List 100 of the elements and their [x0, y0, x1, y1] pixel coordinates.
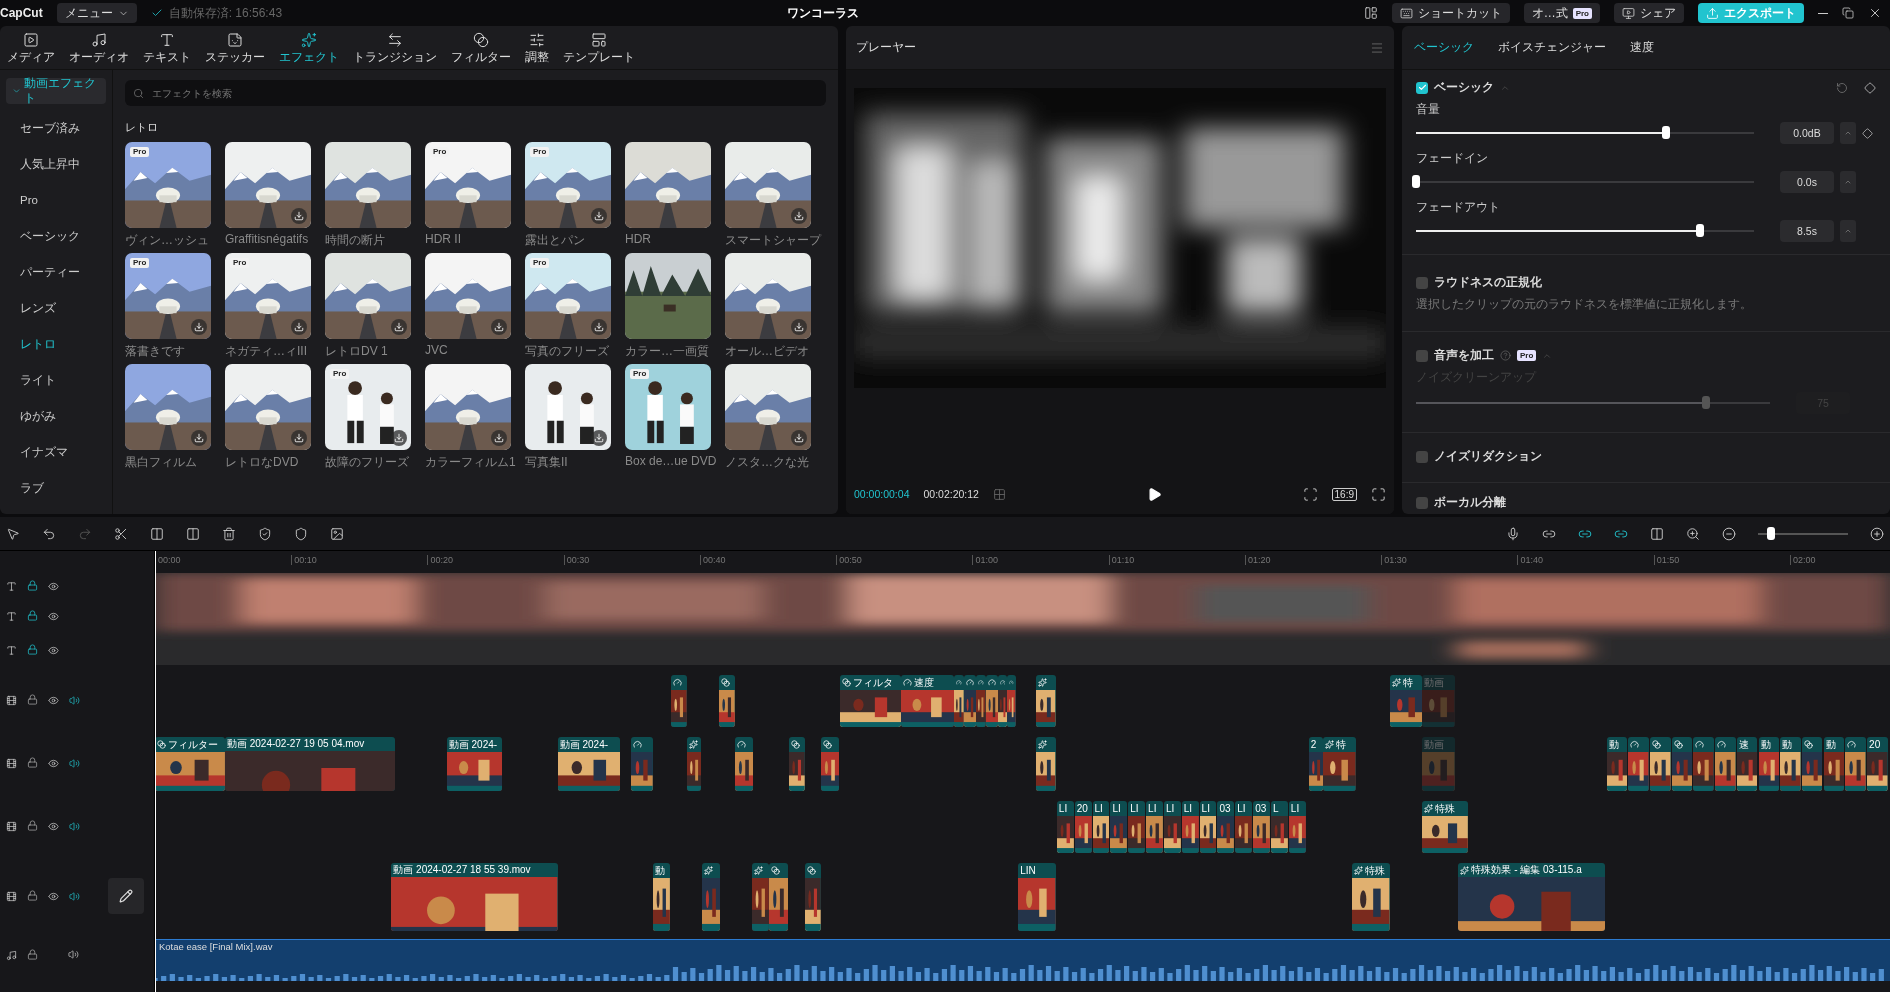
time-label: 02:00 — [1789, 555, 1816, 565]
video-clip[interactable]: LI — [1288, 801, 1306, 853]
sidebar-item[interactable]: レトロ — [6, 326, 106, 362]
panel-title: プレーヤー — [856, 40, 916, 55]
description: 選択したクリップの元のラウドネスを標準値に正規化します。 — [1416, 296, 1753, 313]
sidebar-item[interactable]: ライト — [6, 362, 106, 398]
video-clip[interactable]: 03 — [1253, 801, 1270, 853]
search-field[interactable]: エフェクトを検索 — [125, 80, 826, 106]
effect-label: カラー…一画質 — [625, 343, 710, 360]
video-clip[interactable]: L — [1271, 801, 1288, 853]
video-clip[interactable]: LI — [1163, 801, 1181, 853]
time-label: 01:20 — [1244, 555, 1271, 565]
sidebar-item[interactable]: セーブ済み — [6, 110, 106, 146]
shortcut-button[interactable]: ショートカット — [1391, 3, 1510, 23]
toolbar-tab[interactable]: エフェクト — [272, 32, 346, 65]
video-clip[interactable]: LI — [1128, 801, 1146, 853]
video-clip[interactable]: 速 — [1736, 737, 1758, 791]
toolbar-tab[interactable]: ステッカー — [198, 32, 272, 65]
clip-label: 動 — [1825, 737, 1836, 752]
video-clip[interactable]: 動 — [1758, 737, 1780, 791]
clip-label: 動 — [1608, 737, 1619, 752]
video-clip[interactable]: 20 — [1074, 801, 1092, 853]
ratio-button[interactable]: 16:9 — [1331, 487, 1357, 501]
toolbar-tab[interactable]: トランジション — [346, 32, 444, 65]
video-clip[interactable]: 03 — [1217, 801, 1235, 853]
video-clip[interactable]: 動 — [1606, 737, 1628, 791]
clip-label: 速度 — [914, 675, 935, 690]
pro-badge: Pro — [1572, 7, 1592, 19]
sidebar-item[interactable]: ラブ — [6, 470, 106, 506]
section-title: レトロ — [125, 120, 159, 135]
video-clip[interactable]: 特殊 — [1352, 863, 1390, 931]
sidebar-item[interactable]: レンズ — [6, 290, 106, 326]
video-clip[interactable]: LI — [1056, 801, 1074, 853]
video-clip[interactable]: フィルタ — [839, 675, 902, 727]
account-button[interactable]: オ…式 Pro — [1523, 3, 1600, 23]
sidebar-item[interactable]: 人気上昇中 — [6, 146, 106, 182]
sidebar-item[interactable]: パーティー — [6, 254, 106, 290]
pro-badge: Pro — [630, 369, 650, 379]
video-clip[interactable]: LI — [1235, 801, 1253, 853]
clip-label: LI — [1201, 803, 1210, 814]
value-field[interactable]: 0.0dB — [1780, 122, 1834, 144]
inspector-tab[interactable]: ボイスチェンジャー — [1486, 31, 1618, 64]
video-clip[interactable]: LI — [1181, 801, 1199, 853]
clip-label: 動画 2024- — [559, 737, 609, 752]
toolbar-tab[interactable]: テキスト — [136, 32, 198, 65]
video-clip[interactable]: 動画 2024-02-27 18 55 39.mov — [391, 863, 558, 931]
video-clip[interactable]: 特 — [1389, 675, 1423, 727]
video-clip[interactable]: LI — [1110, 801, 1128, 853]
share-button[interactable]: シェア — [1614, 3, 1684, 23]
clip-label: LI — [1183, 803, 1193, 814]
time-label: 01:00 — [972, 555, 998, 565]
category-header[interactable]: 動画エフェクト — [6, 78, 106, 104]
video-clip[interactable]: 動画 2024- — [557, 737, 621, 791]
video-clip[interactable]: LI — [1146, 801, 1163, 853]
effect-label: レトロDV 1 — [325, 343, 389, 360]
video-clip[interactable]: 動画 2024- — [446, 737, 503, 791]
menu-button[interactable]: メニュー — [56, 3, 137, 23]
toolbar-tab[interactable]: 調整 — [518, 32, 556, 65]
video-clip[interactable]: LIN — [1018, 863, 1056, 931]
toolbar-tab[interactable]: メディア — [0, 32, 62, 65]
video-clip[interactable]: 動 — [1823, 737, 1845, 791]
clip-label: L — [1273, 803, 1279, 814]
inspector-tab[interactable]: 速度 — [1618, 31, 1666, 64]
sidebar-item[interactable]: ベーシック — [6, 218, 106, 254]
toolbar-tab[interactable]: オーディオ — [62, 32, 136, 65]
video-clip[interactable]: 20 — [1867, 737, 1888, 791]
sidebar-item[interactable]: ゆがみ — [6, 398, 106, 434]
effect-label: HDR — [625, 232, 652, 246]
video-clip[interactable]: 動画 2024-02-27 19 05 04.mov — [224, 737, 395, 791]
value-field[interactable]: 0.0s — [1780, 171, 1834, 193]
time-label: 01:50 — [1653, 555, 1680, 565]
slider-label: フェードイン — [1416, 150, 1489, 167]
video-clip[interactable]: LI — [1199, 801, 1217, 853]
search-input[interactable]: エフェクトを検索 — [150, 86, 818, 100]
clip-label: LI — [1290, 803, 1300, 814]
effect-label: Graffitisnégatifs — [225, 232, 310, 246]
video-clip[interactable]: 特殊効果 - 編集 03-115.a — [1458, 863, 1606, 931]
time-label: 01:40 — [1517, 555, 1543, 565]
clip-label: 20 — [1869, 739, 1881, 750]
video-clip[interactable]: 特 — [1323, 737, 1356, 791]
clip-label: 特 — [1336, 737, 1347, 752]
pro-badge: Pro — [130, 147, 150, 157]
toolbar-tab[interactable]: フィルター — [444, 32, 518, 65]
toolbar-tab[interactable]: テンプレート — [556, 32, 642, 65]
clip-label: 2 — [1310, 739, 1317, 750]
clip-label: フィルター — [168, 737, 218, 752]
effect-label: ノスタ…クな光 — [725, 454, 810, 471]
sidebar-item[interactable]: Pro — [6, 182, 106, 218]
pro-badge: Pro — [130, 258, 150, 268]
sidebar-item[interactable]: イナズマ — [6, 434, 106, 470]
video-clip[interactable]: 動 — [652, 863, 670, 931]
inspector-tab[interactable]: ベーシック — [1402, 31, 1486, 64]
video-clip[interactable]: 動 — [1780, 737, 1801, 791]
video-clip[interactable]: 特殊 — [1422, 801, 1468, 853]
value-field[interactable]: 8.5s — [1780, 220, 1834, 242]
slider-label: 音量 — [1416, 101, 1441, 118]
pro-badge: Pro — [330, 369, 350, 379]
audio-clip[interactable]: Kotae ease [Final Mix].wav — [155, 939, 1890, 981]
clip-label: 動画 — [1424, 737, 1445, 752]
video-clip[interactable]: LI — [1092, 801, 1110, 853]
